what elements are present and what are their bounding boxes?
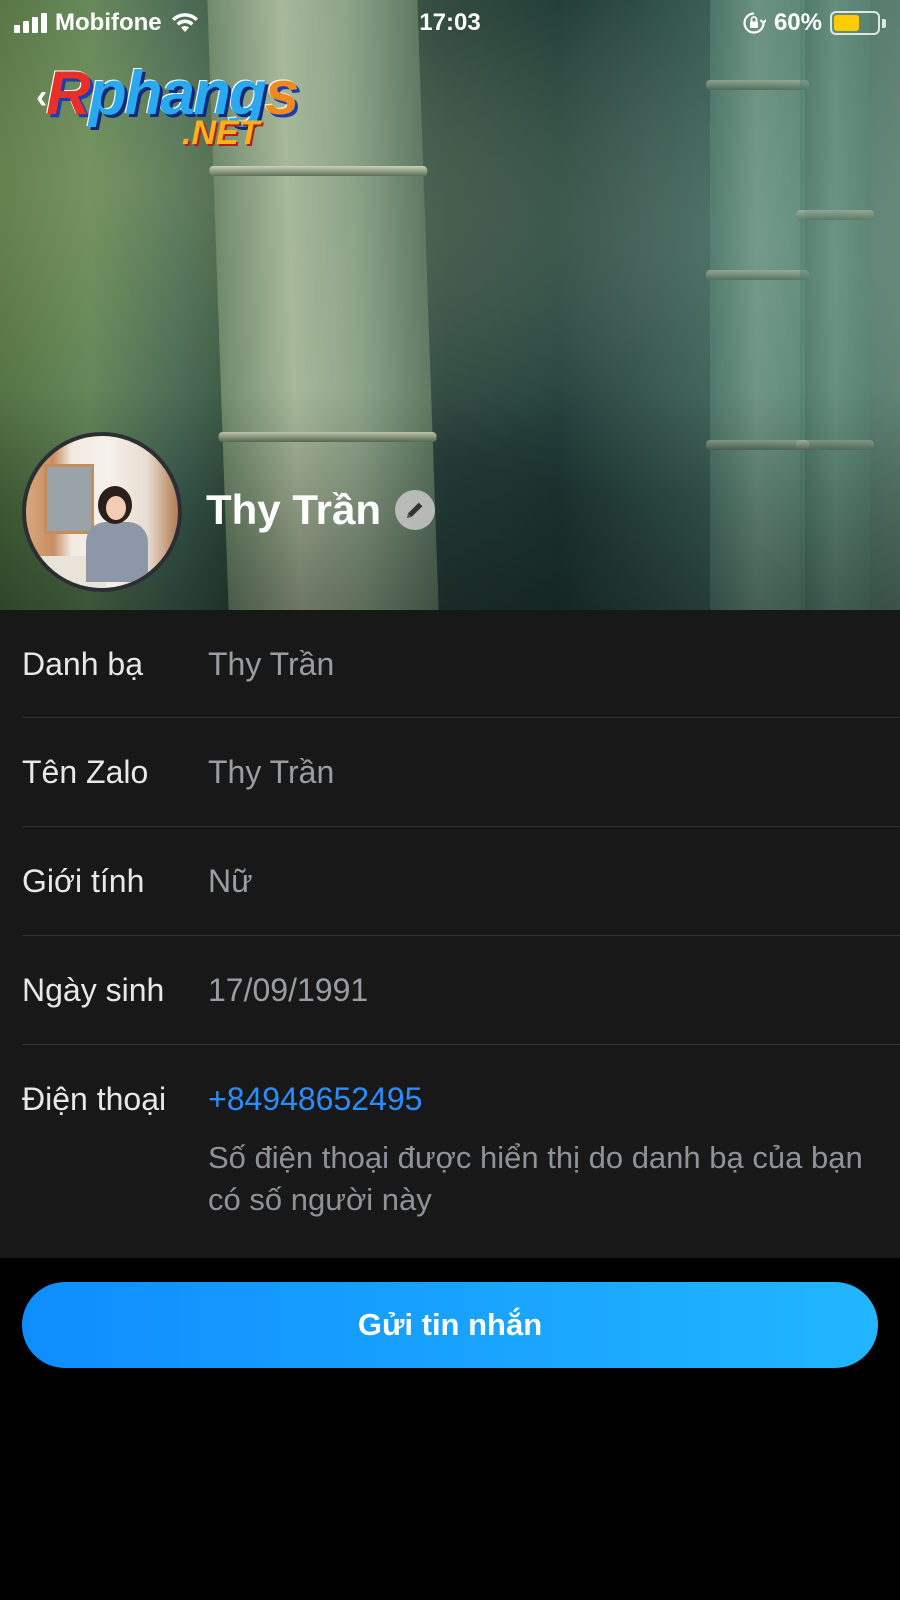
cellular-signal-icon	[14, 13, 47, 33]
phone-number-link[interactable]: +84948652495	[208, 1081, 422, 1118]
detail-value: 17/09/1991	[208, 972, 369, 1008]
detail-row-zalo-name: Tên Zalo Thy Trần	[22, 718, 900, 827]
detail-label: Điện thoại	[22, 1081, 167, 1117]
detail-label: Giới tính	[22, 863, 145, 899]
clock: 17:03	[419, 9, 481, 36]
detail-label: Ngày sinh	[22, 972, 165, 1008]
watermark-brand: Rphangs	[46, 59, 299, 128]
profile-info-panel: Danh bạ Thy Trần Tên Zalo Thy Trần Giới …	[0, 610, 900, 1258]
carrier-name: Mobifone	[55, 9, 162, 36]
phone-visibility-note: Số điện thoại được hiển thị do danh bạ c…	[208, 1140, 863, 1217]
detail-row-gender: Giới tính Nữ	[22, 827, 900, 936]
detail-value: Thy Trần	[208, 754, 335, 790]
profile-name: Thy Trần	[206, 486, 382, 533]
rotation-lock-icon	[743, 12, 766, 34]
status-bar: Mobifone 17:03 60%	[0, 0, 900, 46]
pencil-icon	[407, 502, 423, 518]
detail-label: Danh bạ	[22, 646, 143, 682]
send-message-button[interactable]: Gửi tin nhắn	[22, 1282, 878, 1368]
watermark-domain: .NET	[182, 114, 260, 152]
detail-value: Thy Trần	[208, 646, 335, 682]
wifi-icon	[171, 13, 198, 32]
detail-value: Nữ	[208, 863, 253, 899]
edit-name-button[interactable]	[395, 490, 436, 530]
detail-row-birthday: Ngày sinh 17/09/1991	[22, 936, 900, 1045]
battery-level	[834, 15, 860, 31]
detail-row-contacts: Danh bạ Thy Trần	[22, 610, 900, 718]
detail-label: Tên Zalo	[22, 754, 149, 790]
battery-icon	[830, 11, 886, 35]
profile-header: Thy Trần	[206, 486, 436, 534]
battery-percent: 60%	[773, 9, 822, 36]
avatar[interactable]	[22, 432, 182, 592]
detail-row-phone: Điện thoại +84948652495 Số điện thoại đư…	[22, 1045, 900, 1258]
